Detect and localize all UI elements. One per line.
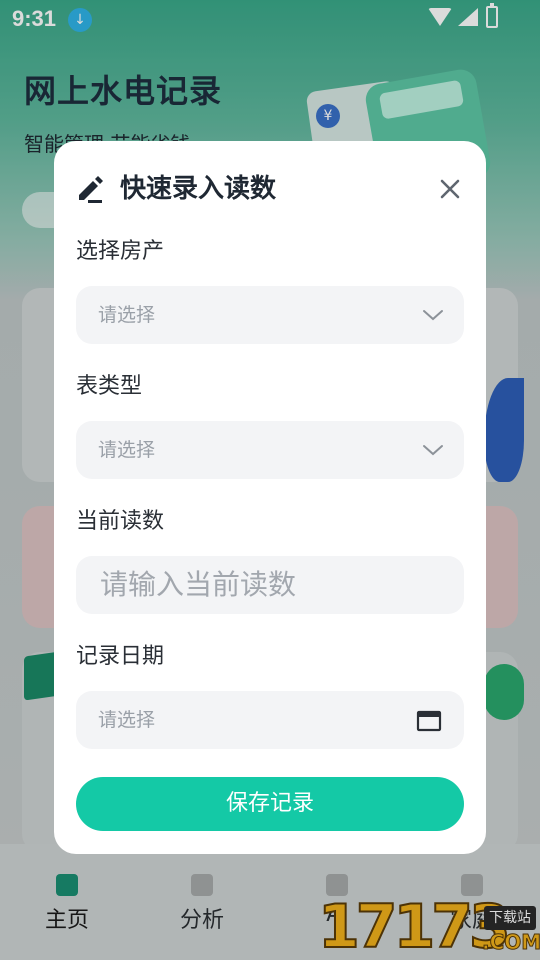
reading-label: 当前读数	[76, 509, 165, 534]
quick-entry-dialog: 快速录入读数 选择房产 请选择 表类型 请选择 当前读数 请输入当前读数 记录日…	[54, 141, 486, 854]
save-record-button[interactable]: 保存记录	[76, 777, 464, 831]
date-placeholder: 请选择	[98, 709, 156, 731]
date-label: 记录日期	[76, 644, 165, 669]
edit-icon	[79, 176, 103, 203]
calendar-icon	[416, 710, 442, 732]
property-label: 选择房产	[76, 239, 165, 264]
property-select[interactable]: 请选择	[76, 286, 464, 344]
dialog-title: 快速录入读数	[120, 174, 277, 204]
dialog-header: 快速录入读数	[74, 171, 466, 207]
meter-type-select[interactable]: 请选择	[76, 421, 464, 479]
reading-placeholder: 请输入当前读数	[100, 568, 297, 601]
meter-type-label: 表类型	[76, 374, 143, 399]
close-icon[interactable]	[434, 173, 466, 205]
date-picker[interactable]: 请选择	[76, 691, 464, 749]
chevron-down-icon	[423, 445, 443, 456]
reading-input[interactable]: 请输入当前读数	[76, 556, 464, 614]
meter-type-placeholder: 请选择	[98, 439, 156, 461]
property-placeholder: 请选择	[98, 304, 156, 326]
chevron-down-icon	[423, 310, 443, 321]
